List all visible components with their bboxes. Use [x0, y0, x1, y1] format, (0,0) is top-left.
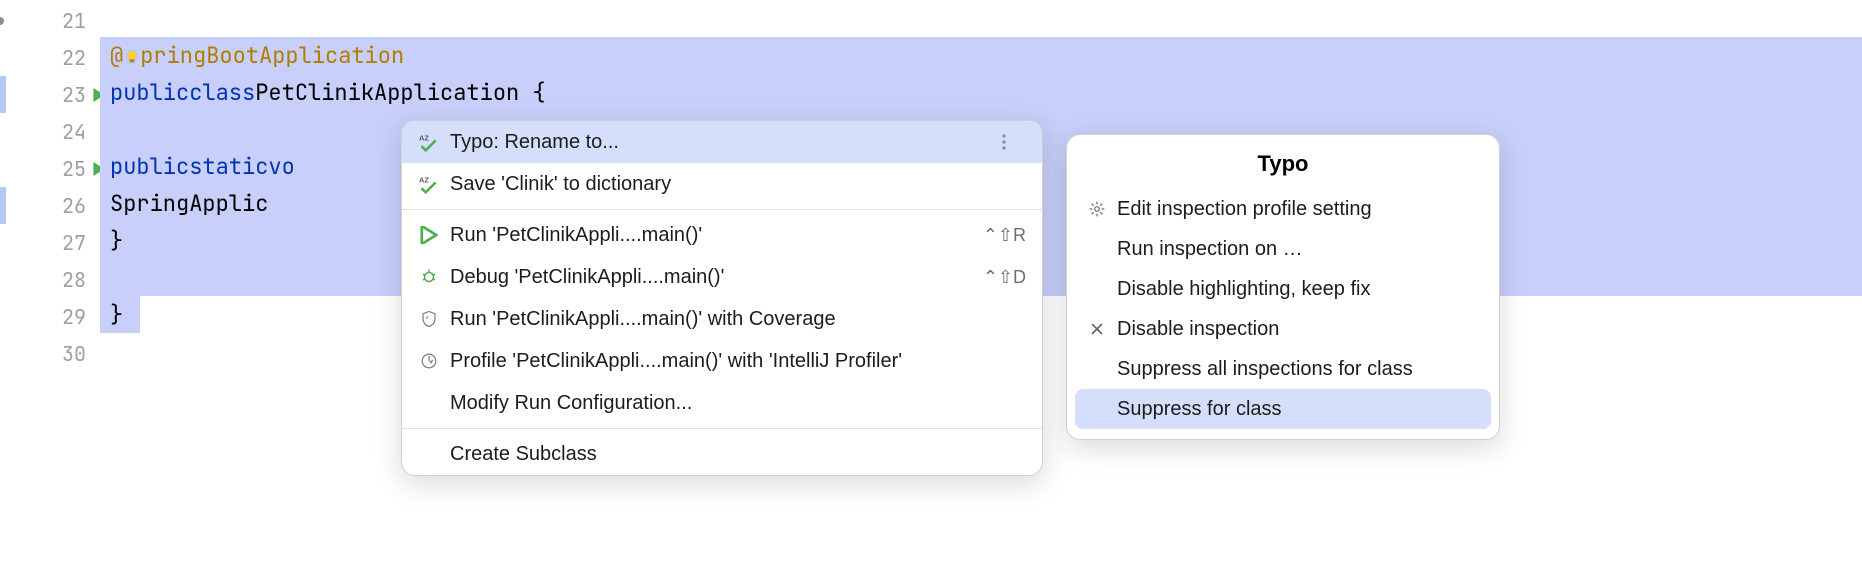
menu-item-save-dictionary[interactable]: AZ Save 'Clinik' to dictionary: [402, 163, 1042, 205]
menu-item-typo-rename[interactable]: AZ Typo: Rename to...: [402, 121, 1042, 163]
submenu-item-label: Disable inspection: [1117, 318, 1279, 341]
submenu-item-edit-profile[interactable]: Edit inspection profile setting: [1075, 189, 1491, 229]
gutter-line: 23: [0, 76, 100, 113]
line-number: 30: [60, 341, 86, 367]
line-number: 23: [60, 82, 86, 108]
submenu-item-label: Run inspection on …: [1117, 238, 1303, 261]
menu-shortcut: ⌃⇧R: [983, 225, 1026, 246]
line-number: 24: [60, 119, 86, 145]
keyword-token: static: [189, 148, 268, 185]
gutter-line: 21: [0, 2, 100, 39]
line-number: 26: [60, 193, 86, 219]
brace-token: {: [519, 74, 545, 111]
close-icon: [1087, 322, 1107, 336]
menu-item-label: Run 'PetClinikAppli....main()': [450, 224, 973, 247]
menu-item-modify-run-config[interactable]: Modify Run Configuration...: [402, 382, 1042, 424]
gutter-line: 22: [0, 39, 100, 76]
submenu-item-run-inspection[interactable]: Run inspection on …: [1075, 229, 1491, 269]
submenu-item-label: Suppress for class: [1117, 398, 1282, 421]
profile-icon: [418, 352, 440, 370]
keyword-token: public: [110, 74, 189, 111]
menu-item-label: Create Subclass: [450, 443, 1026, 466]
code-line[interactable]: [100, 0, 1862, 37]
menu-item-label: Run 'PetClinikAppli....main()' with Cove…: [450, 308, 1026, 331]
identifier-token: SpringApplic: [110, 185, 268, 222]
gear-icon: [1087, 201, 1107, 217]
keyword-token: class: [189, 74, 255, 111]
menu-item-label: Modify Run Configuration...: [450, 392, 1026, 415]
menu-item-create-subclass[interactable]: Create Subclass: [402, 433, 1042, 475]
menu-separator: [402, 428, 1042, 429]
menu-item-profile[interactable]: Profile 'PetClinikAppli....main()' with …: [402, 340, 1042, 382]
menu-separator: [402, 209, 1042, 210]
spellcheck-icon: AZ: [418, 174, 440, 194]
menu-item-label: Debug 'PetClinikAppli....main()': [450, 266, 973, 289]
change-marker: [0, 187, 6, 224]
gutter-line: 26: [0, 187, 100, 224]
submenu-item-label: Edit inspection profile setting: [1117, 198, 1372, 221]
change-marker: [0, 76, 6, 113]
submenu-item-label: Suppress all inspections for class: [1117, 358, 1413, 381]
typo-submenu-popup: Typo Edit inspection profile setting Run…: [1066, 134, 1500, 440]
gutter-line: 30: [0, 335, 100, 372]
gutter-line: 28: [0, 261, 100, 298]
brace-token: }: [110, 222, 123, 259]
code-line[interactable]: @pringBootApplication: [100, 37, 1862, 74]
menu-item-debug[interactable]: Debug 'PetClinikAppli....main()' ⌃⇧D: [402, 256, 1042, 298]
submenu-item-suppress-class[interactable]: Suppress for class: [1075, 389, 1491, 429]
popup-title: Typo: [1075, 141, 1491, 189]
svg-text:AZ: AZ: [419, 133, 429, 142]
svg-text:AZ: AZ: [419, 175, 429, 184]
line-number: 29: [60, 304, 86, 330]
code-line[interactable]: public class PetClinikApplication {: [100, 74, 1862, 111]
menu-item-label: Profile 'PetClinikAppli....main()' with …: [450, 350, 1026, 373]
line-number: 28: [60, 267, 86, 293]
menu-item-label: Save 'Clinik' to dictionary: [450, 173, 1026, 196]
gutter-line: 25: [0, 150, 100, 187]
line-number: 25: [60, 156, 86, 182]
intention-actions-popup: AZ Typo: Rename to... AZ Save 'Clinik' t…: [401, 120, 1043, 476]
bookmark-dot[interactable]: [0, 17, 4, 25]
brace-token: }: [110, 296, 123, 333]
submenu-item-disable-inspection[interactable]: Disable inspection: [1075, 309, 1491, 349]
more-options-icon[interactable]: [1002, 134, 1026, 150]
code-line[interactable]: }: [100, 296, 140, 333]
gutter: 21 22 23 24 25 26 27 28: [0, 0, 100, 578]
annotation-token: @pringBootApplication: [110, 37, 404, 74]
intention-bulb-icon[interactable]: [123, 41, 140, 70]
run-icon: [418, 226, 440, 244]
submenu-item-suppress-all[interactable]: Suppress all inspections for class: [1075, 349, 1491, 389]
spellcheck-icon: AZ: [418, 132, 440, 152]
menu-item-coverage[interactable]: Run 'PetClinikAppli....main()' with Cove…: [402, 298, 1042, 340]
debug-icon: [418, 268, 440, 286]
menu-item-run[interactable]: Run 'PetClinikAppli....main()' ⌃⇧R: [402, 214, 1042, 256]
gutter-line: 24: [0, 113, 100, 150]
submenu-item-label: Disable highlighting, keep fix: [1117, 278, 1371, 301]
keyword-token: vo: [268, 148, 294, 185]
gutter-line: 29: [0, 298, 100, 335]
coverage-icon: [418, 310, 440, 328]
line-number: 21: [60, 8, 86, 34]
line-number: 27: [60, 230, 86, 256]
line-number: 22: [60, 45, 86, 71]
gutter-line: 27: [0, 224, 100, 261]
menu-shortcut: ⌃⇧D: [983, 267, 1026, 288]
keyword-token: public: [110, 148, 189, 185]
submenu-item-disable-highlighting[interactable]: Disable highlighting, keep fix: [1075, 269, 1491, 309]
menu-item-label: Typo: Rename to...: [450, 131, 992, 154]
identifier-token: PetClinikApplication: [255, 74, 519, 111]
